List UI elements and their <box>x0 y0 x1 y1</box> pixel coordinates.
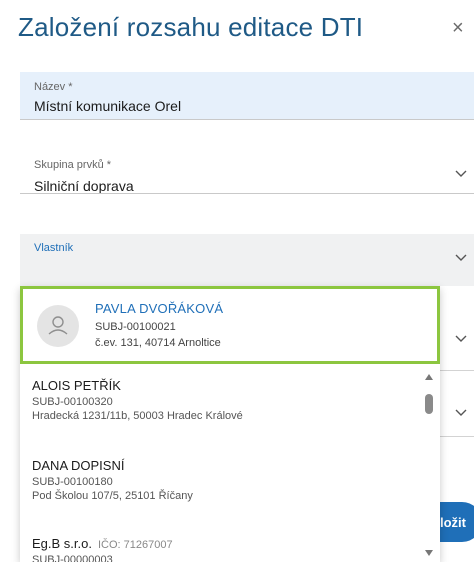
chevron-down-icon[interactable] <box>454 331 468 345</box>
group-select[interactable]: Skupina prvků * Silniční doprava <box>20 142 474 194</box>
name-underline <box>20 119 474 120</box>
close-icon[interactable]: × <box>452 18 464 38</box>
name-field[interactable]: Název * Místní komunikace Orel <box>20 72 474 120</box>
name-value[interactable]: Místní komunikace Orel <box>34 98 181 114</box>
person-icon <box>37 305 79 347</box>
list-item[interactable]: Eg.B s.r.o. IČO: 71267007 SUBJ-00000003 <box>32 536 422 562</box>
name-label: Název * <box>34 81 73 93</box>
option-ico: IČO: 71267007 <box>97 539 173 551</box>
list-item[interactable]: ALOIS PETŘÍK SUBJ-00100320 Hradecká 1231… <box>32 378 422 422</box>
scroll-up-icon[interactable] <box>425 374 433 380</box>
option-address: č.ev. 131, 40714 Arnoltice <box>95 337 221 349</box>
option-name: Eg.B s.r.o. <box>32 536 92 551</box>
option-name: ALOIS PETŘÍK <box>32 378 121 393</box>
option-id: SUBJ-00000003 <box>32 554 113 562</box>
owner-label: Vlastník <box>34 242 74 254</box>
chevron-down-icon[interactable] <box>454 166 468 180</box>
selected-owner-option[interactable]: PAVLA DVOŘÁKOVÁ SUBJ-00100021 č.ev. 131,… <box>20 286 440 364</box>
owner-select[interactable]: Vlastník <box>20 234 474 286</box>
option-name: PAVLA DVOŘÁKOVÁ <box>95 301 224 316</box>
group-underline <box>20 193 474 194</box>
option-name: DANA DOPISNÍ <box>32 458 125 473</box>
dialog-title: Založení rozsahu editace DTI <box>18 12 364 42</box>
list-item[interactable]: DANA DOPISNÍ SUBJ-00100180 Pod Školou 10… <box>32 458 422 502</box>
scrollbar[interactable] <box>422 370 436 562</box>
scroll-down-icon[interactable] <box>425 550 433 556</box>
group-value: Silniční doprava <box>34 178 134 194</box>
owner-dropdown-list[interactable]: PAVLA DVOŘÁKOVÁ SUBJ-00100021 č.ev. 131,… <box>20 286 440 562</box>
option-address: Hradecká 1231/11b, 50003 Hradec Králové <box>32 410 243 422</box>
scrollbar-thumb[interactable] <box>425 394 433 414</box>
option-address: Pod Školou 107/5, 25101 Říčany <box>32 490 193 502</box>
chevron-down-icon[interactable] <box>454 250 468 264</box>
group-label: Skupina prvků * <box>34 159 112 171</box>
chevron-down-icon[interactable] <box>454 405 468 419</box>
option-id: SUBJ-00100180 <box>32 476 113 488</box>
option-id: SUBJ-00100320 <box>32 396 113 408</box>
save-button-label: ložit <box>440 514 466 530</box>
option-id: SUBJ-00100021 <box>95 321 176 333</box>
